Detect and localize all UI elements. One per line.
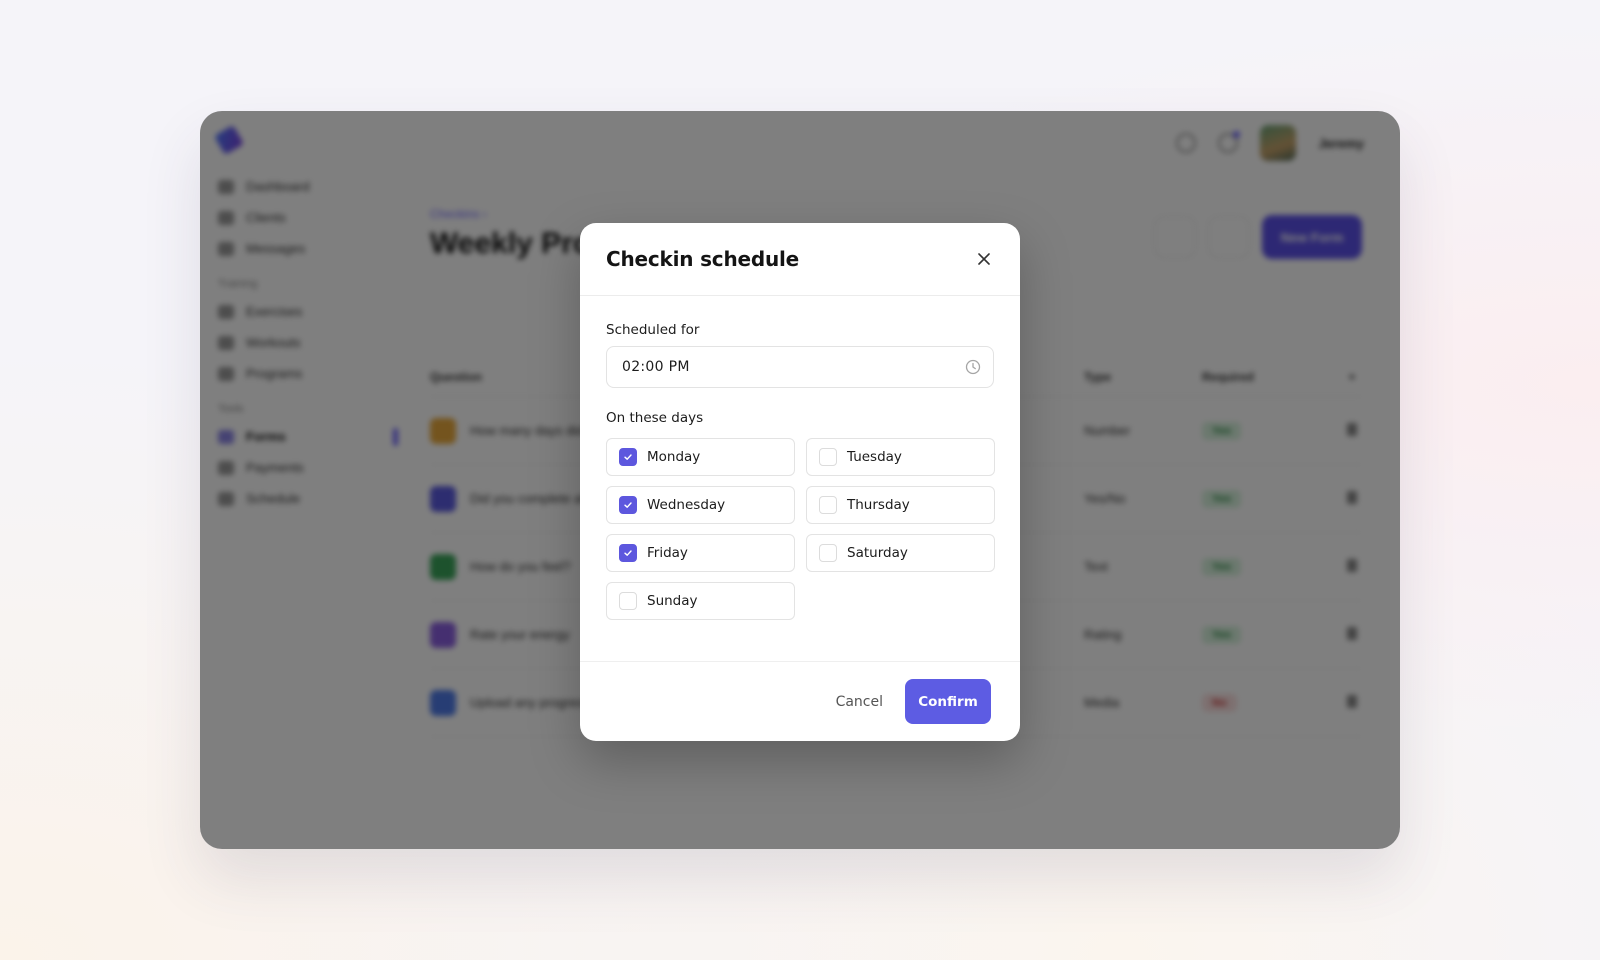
- checkbox[interactable]: [619, 496, 637, 514]
- day-option-friday[interactable]: Friday: [606, 534, 795, 572]
- day-option-sunday[interactable]: Sunday: [606, 582, 795, 620]
- day-label: Thursday: [847, 497, 910, 513]
- dialog-footer: Cancel Confirm: [580, 661, 1020, 741]
- days-label: On these days: [606, 410, 704, 426]
- checkbox[interactable]: [619, 544, 637, 562]
- dialog-header: Checkin schedule: [580, 223, 1020, 296]
- days-grid: Monday Tuesday Wednesday Thursday Friday Satu…: [606, 438, 995, 620]
- checkbox[interactable]: [819, 448, 837, 466]
- time-input[interactable]: 02:00 PM: [606, 346, 994, 388]
- checkbox[interactable]: [619, 448, 637, 466]
- day-option-wednesday[interactable]: Wednesday: [606, 486, 795, 524]
- day-label: Friday: [647, 545, 688, 561]
- day-label: Monday: [647, 449, 701, 465]
- day-label: Saturday: [847, 545, 908, 561]
- day-label: Tuesday: [847, 449, 902, 465]
- clock-icon[interactable]: [965, 359, 981, 375]
- day-option-thursday[interactable]: Thursday: [806, 486, 995, 524]
- checkbox[interactable]: [619, 592, 637, 610]
- day-label: Wednesday: [647, 497, 726, 513]
- dialog-body: Scheduled for 02:00 PM On these days Mon…: [580, 296, 1020, 620]
- day-label: Sunday: [647, 593, 698, 609]
- check-icon: [624, 502, 632, 508]
- confirm-button[interactable]: Confirm: [905, 679, 991, 724]
- time-value: 02:00 PM: [622, 359, 690, 375]
- day-option-monday[interactable]: Monday: [606, 438, 795, 476]
- check-icon: [624, 550, 632, 556]
- check-icon: [624, 454, 632, 460]
- checkbox[interactable]: [819, 544, 837, 562]
- dialog-title: Checkin schedule: [606, 247, 800, 271]
- checkin-schedule-dialog: Checkin schedule Scheduled for 02:00 PM …: [580, 223, 1020, 741]
- day-option-saturday[interactable]: Saturday: [806, 534, 995, 572]
- cancel-button[interactable]: Cancel: [834, 694, 885, 710]
- close-icon: [978, 253, 990, 265]
- checkbox[interactable]: [819, 496, 837, 514]
- scheduled-for-label: Scheduled for: [606, 322, 700, 338]
- close-button[interactable]: [972, 247, 996, 271]
- day-option-tuesday[interactable]: Tuesday: [806, 438, 995, 476]
